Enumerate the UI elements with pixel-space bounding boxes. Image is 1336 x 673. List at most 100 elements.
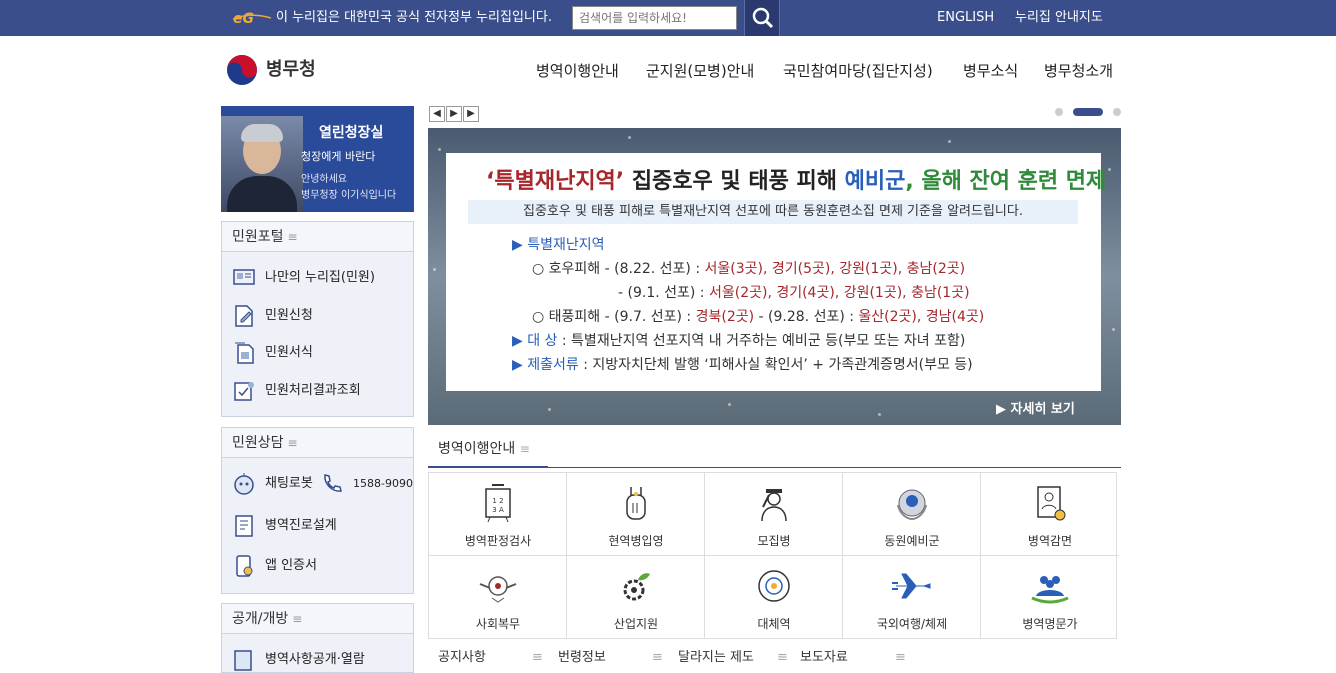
app-cert-label: 앱 인증서 xyxy=(265,558,317,573)
banner-row-typhoon: ○ 태풍피해 - (9.7. 선포) : 경북(2곳) - (9.28. 선포)… xyxy=(532,309,985,325)
banner-row-rain2: - (9.1. 선포) : 서울(2곳), 경기(4곳), 강원(1곳), 충남… xyxy=(618,285,970,301)
banner-dot-1[interactable] xyxy=(1055,108,1063,116)
certificate-icon xyxy=(1037,486,1066,521)
social-service-emblem-icon xyxy=(479,576,517,603)
search-input[interactable] xyxy=(572,6,737,30)
grid-item-label: 산업지원 xyxy=(613,617,659,631)
civil-portal-title: 민원포털 xyxy=(232,229,284,245)
menu-icon: ≡ xyxy=(519,442,530,456)
banner-play-button[interactable]: ▶ xyxy=(446,106,462,122)
taegeuk-logo-icon[interactable] xyxy=(226,54,258,86)
official-site-notice: 이 누리집은 대한민국 공식 전자정부 누리집입니다. xyxy=(276,10,552,25)
banner-next-button[interactable]: ▶ xyxy=(463,106,479,122)
grid-item-exemption[interactable]: 병역감면 xyxy=(981,473,1119,556)
svg-text:eG: eG xyxy=(233,11,254,27)
grid-item-label: 병역감면 xyxy=(1027,534,1073,548)
grid-item-social-service[interactable]: 사회복무 xyxy=(429,556,567,639)
menu-icon: ≡ xyxy=(895,650,906,665)
airplane-icon xyxy=(892,573,931,599)
english-link[interactable]: ENGLISH xyxy=(937,9,994,27)
grid-item-recruit[interactable]: 모집병 xyxy=(705,473,843,556)
grid-item-exam[interactable]: 1 23 A 병역판정검사 xyxy=(429,473,567,556)
commissioner-name: 병무청장 이기식입니다 xyxy=(301,190,397,201)
portal-item-label: 나만의 누리집(민원) xyxy=(265,270,375,285)
app-certificate-icon xyxy=(236,555,253,577)
banner-prev-button[interactable]: ◀ xyxy=(429,106,445,122)
tab-law-info[interactable]: 번령정보 xyxy=(558,650,606,666)
grid-item-label: 대체역 xyxy=(757,617,791,631)
gnb-item-participation[interactable]: 국민참여마당(집단지성) xyxy=(783,60,933,82)
gnb-item-news[interactable]: 병무소식 xyxy=(963,60,1018,82)
banner-row-rain1: ○ 호우피해 - (8.22. 선포) : 서울(3곳), 경기(5곳), 강원… xyxy=(532,261,966,277)
banner-card: ‘특별재난지역’ 집중호우 및 태풍 피해 예비군, 올해 잔여 훈련 면제 집… xyxy=(446,153,1106,391)
tab-press[interactable]: 보도자료 xyxy=(800,650,848,666)
tab-military-service[interactable]: 병역이행안내 ≡ xyxy=(428,436,548,468)
grid-item-alternative[interactable]: 대체역 xyxy=(705,556,843,639)
banner-row-target: ▶ 대 상 : 특별재난지역 선포지역 내 거주하는 예비군 등(부모 또는 자… xyxy=(512,333,966,349)
service-tabs: 병역이행안내 ≡ xyxy=(428,436,1121,468)
grid-item-label: 동원예비군 xyxy=(884,534,940,548)
saluting-soldier-icon xyxy=(761,489,787,522)
dog-tag-icon xyxy=(626,487,646,520)
banner-more-link[interactable]: ▶ 자세히 보기 xyxy=(996,398,1075,417)
commissioner-title: 열린청장실 xyxy=(319,125,384,141)
open-item-label: 병역사항공개·열람 xyxy=(265,652,365,667)
family-group-icon xyxy=(1031,576,1069,604)
civil-portal-box: 민원포털 ≡ 나만의 누리집(민원) 민원신청 민원서식 민원처리결과조회 xyxy=(221,221,414,417)
book-icon xyxy=(234,650,252,671)
search-button[interactable] xyxy=(744,0,780,36)
grid-item-overseas[interactable]: 국외여행/체제 xyxy=(843,556,981,639)
svg-text:3 A: 3 A xyxy=(492,506,504,514)
grid-item-label: 병역명문가 xyxy=(1022,617,1078,631)
civil-portal-header[interactable]: 민원포털 ≡ xyxy=(222,222,413,252)
open-data-title: 공개/개방 xyxy=(232,611,289,627)
portal-item-label: 민원서식 xyxy=(265,345,313,360)
site-logo-text[interactable]: 병무청 xyxy=(266,58,316,82)
tab-notices[interactable]: 공지사항 xyxy=(438,650,486,666)
grid-item-industry[interactable]: 산업지원 xyxy=(567,556,705,639)
edit-document-icon xyxy=(235,305,253,327)
portal-item-label: 민원신청 xyxy=(265,308,313,323)
banner-dot-3[interactable] xyxy=(1113,108,1121,116)
commissioner-photo xyxy=(221,116,303,212)
gnb-item-military-service[interactable]: 병역이행안내 xyxy=(536,60,619,82)
menu-icon: ≡ xyxy=(652,650,663,665)
banner-heading-disaster: ▶ 특별재난지역 xyxy=(512,237,605,253)
menu-icon: ≡ xyxy=(287,436,298,450)
tab-new-policy[interactable]: 달라지는 제도 xyxy=(678,650,754,666)
banner-dot-2-active[interactable] xyxy=(1073,108,1103,116)
chatbot-label: 채팅로봇 xyxy=(265,476,313,491)
open-data-header[interactable]: 공개/개방 ≡ xyxy=(222,604,413,634)
search-icon xyxy=(752,7,774,29)
civil-consult-header[interactable]: 민원상담 ≡ xyxy=(222,428,413,458)
civil-consult-box: 민원상담 ≡ 채팅로봇 1588-9090 병역진로설계 앱 인증서 xyxy=(221,427,414,594)
grid-item-honor-family[interactable]: 병역명문가 xyxy=(981,556,1119,639)
egov-logo-icon: eG xyxy=(233,11,271,27)
service-grid: 1 23 A 병역판정검사 현역병입영 모집병 동원예비군 병역감면 사회복무 … xyxy=(428,472,1119,639)
gnb-item-recruit[interactable]: 군지원(모병)안내 xyxy=(646,60,754,82)
grid-item-label: 국외여행/체제 xyxy=(876,617,948,631)
main-banner[interactable]: ‘특별재난지역’ 집중호우 및 태풍 피해 예비군, 올해 잔여 훈련 면제 집… xyxy=(428,128,1121,425)
monitor-icon xyxy=(233,269,255,285)
career-plan-icon xyxy=(235,515,253,537)
result-check-icon xyxy=(234,382,254,401)
grid-item-label: 사회복무 xyxy=(475,617,521,631)
form-document-icon xyxy=(235,342,254,364)
phone-icon xyxy=(324,474,342,492)
commissioner-subtitle: 청장에게 바란다 xyxy=(301,150,376,163)
eye-chart-icon: 1 23 A xyxy=(485,484,511,523)
grid-item-label: 병역판정검사 xyxy=(464,534,532,548)
grid-item-reserve[interactable]: 동원예비군 xyxy=(843,473,981,556)
civil-consult-title: 민원상담 xyxy=(232,435,284,451)
grid-item-label: 모집병 xyxy=(757,534,791,548)
commissioner-box[interactable]: 열린청장실 청장에게 바란다 안녕하세요 병무청장 이기식입니다 xyxy=(221,106,414,212)
commissioner-greeting: 안녕하세요 xyxy=(301,174,347,185)
gnb-item-about[interactable]: 병무청소개 xyxy=(1044,60,1113,82)
banner-subtitle: 집중호우 및 태풍 피해로 특별재난지역 선포에 따른 동원훈련소집 면제 기준… xyxy=(468,200,1078,224)
grid-item-active-duty[interactable]: 현역병입영 xyxy=(567,473,705,556)
target-circle-icon xyxy=(758,570,790,602)
sitemap-link[interactable]: 누리집 안내지도 xyxy=(1015,9,1103,27)
phone-number: 1588-9090 xyxy=(353,477,413,490)
portal-item-label: 민원처리결과조회 xyxy=(265,383,361,398)
grid-item-label: 현역병입영 xyxy=(608,534,664,548)
